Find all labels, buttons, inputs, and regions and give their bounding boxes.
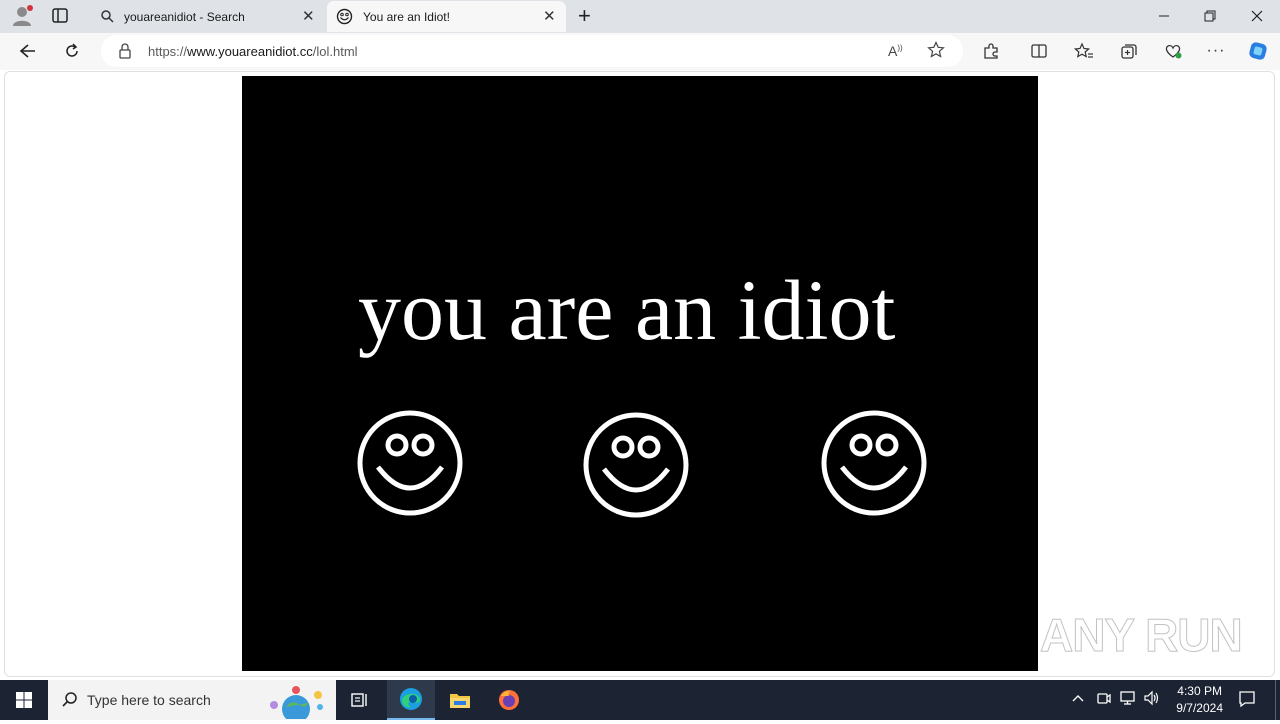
- close-tab-icon[interactable]: ✕: [543, 7, 556, 25]
- tab-you-are-an-idiot[interactable]: You are an Idiot! ✕: [327, 1, 566, 32]
- collections-icon[interactable]: [1114, 36, 1144, 66]
- new-tab-button[interactable]: +: [578, 3, 591, 29]
- tab-actions-icon[interactable]: [50, 7, 70, 25]
- search-highlight-icon: [260, 683, 332, 724]
- split-screen-icon[interactable]: [1024, 36, 1054, 66]
- search-icon: [61, 691, 79, 714]
- smiley-face-icon: [357, 410, 463, 516]
- edge-taskbar-icon[interactable]: [387, 680, 435, 720]
- smiley-face-icon: [821, 410, 927, 516]
- more-menu-icon[interactable]: ···: [1201, 36, 1231, 66]
- restore-icon[interactable]: [1187, 0, 1233, 32]
- page-headline: you are an idiot: [358, 262, 896, 358]
- browser-toolbar: https://www.youareanidiot.cc/lol.html A)…: [0, 33, 1280, 70]
- smiley-face-icon: [583, 412, 689, 518]
- firefox-icon[interactable]: [485, 680, 533, 720]
- meet-now-icon[interactable]: [1096, 690, 1112, 709]
- clock-date: 9/7/2024: [1176, 701, 1223, 715]
- browser-tab-bar: youareanidiot - Search ✕ You are an Idio…: [0, 0, 1280, 33]
- profile-icon[interactable]: [8, 4, 36, 28]
- refresh-icon[interactable]: [57, 36, 87, 66]
- system-clock[interactable]: 4:30 PM 9/7/2024: [1176, 683, 1223, 717]
- search-placeholder: Type here to search: [87, 692, 211, 708]
- idiot-page-canvas: you are an idiot: [242, 76, 1038, 671]
- url-host: www.youareanidiot.cc: [187, 44, 313, 59]
- favorites-icon[interactable]: [1069, 36, 1099, 66]
- search-icon: [100, 9, 114, 26]
- file-explorer-icon[interactable]: [436, 680, 484, 720]
- url-scheme: https://: [148, 44, 188, 59]
- tab-search[interactable]: youareanidiot - Search ✕: [88, 1, 326, 32]
- copilot-icon[interactable]: [1243, 36, 1273, 66]
- extensions-icon[interactable]: [976, 36, 1006, 66]
- show-desktop-button[interactable]: [1275, 680, 1280, 720]
- notifications-icon[interactable]: [1238, 690, 1256, 711]
- taskbar-search-box[interactable]: Type here to search: [48, 680, 336, 723]
- smiley-icon: [336, 8, 353, 28]
- volume-icon[interactable]: [1143, 690, 1161, 709]
- minimize-icon[interactable]: [1141, 0, 1187, 32]
- tab-title: youareanidiot - Search: [124, 10, 245, 24]
- url-text[interactable]: https://www.youareanidiot.cc/lol.html: [148, 44, 358, 59]
- browser-essentials-icon[interactable]: [1158, 36, 1188, 66]
- back-icon[interactable]: [13, 36, 43, 66]
- url-path: /lol.html: [312, 44, 358, 59]
- clock-time: 4:30 PM: [1177, 684, 1222, 698]
- read-aloud-icon[interactable]: A)): [888, 43, 903, 59]
- network-icon[interactable]: [1119, 690, 1137, 709]
- close-tab-icon[interactable]: ✕: [302, 7, 315, 25]
- task-view-icon[interactable]: [336, 680, 384, 720]
- address-bar[interactable]: https://www.youareanidiot.cc/lol.html A)…: [101, 35, 963, 67]
- tab-title: You are an Idiot!: [363, 10, 450, 24]
- close-window-icon[interactable]: [1234, 0, 1280, 32]
- lock-icon[interactable]: [118, 43, 132, 64]
- show-hidden-icons-icon[interactable]: [1071, 691, 1085, 707]
- start-button[interactable]: [0, 680, 48, 720]
- favorite-star-icon[interactable]: [927, 41, 945, 64]
- windows-taskbar: Type here to search 4:30 PM 9/7/2024: [0, 680, 1280, 723]
- anyrun-watermark: ANY RUN: [1040, 609, 1244, 662]
